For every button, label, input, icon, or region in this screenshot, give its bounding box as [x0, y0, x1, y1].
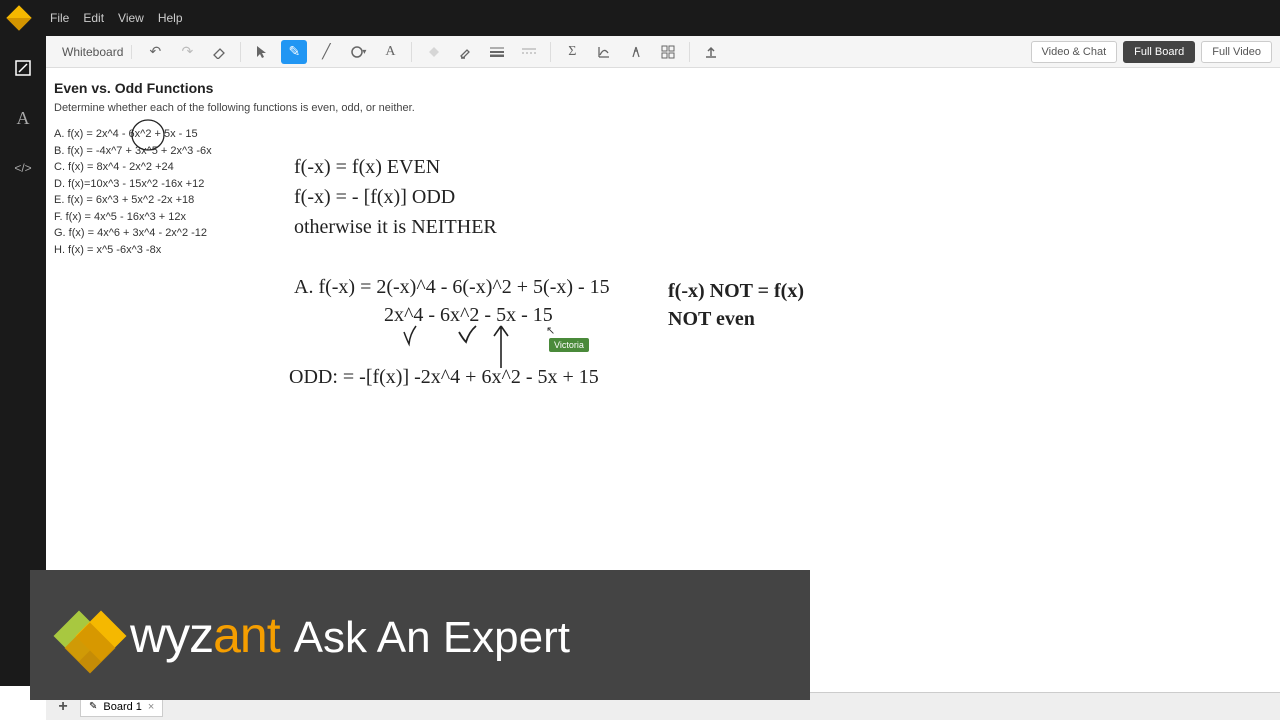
full-board-button[interactable]: Full Board: [1123, 41, 1195, 63]
eraser-icon[interactable]: [206, 40, 232, 64]
page-title: Even vs. Odd Functions: [54, 80, 1272, 96]
brand-overlay: wyzant Ask An Expert: [30, 570, 810, 700]
grid-icon[interactable]: [655, 40, 681, 64]
text-tool-icon[interactable]: A: [377, 40, 403, 64]
wyzant-logo-icon: [55, 600, 125, 670]
line-weight-icon[interactable]: [484, 40, 510, 64]
work-odd-line: ODD: = -[f(x)] -2x^4 + 6x^2 - 5x + 15: [289, 362, 599, 392]
compass-icon[interactable]: [623, 40, 649, 64]
page-subtitle: Determine whether each of the following …: [54, 102, 1272, 114]
problem-b: B. f(x) = -4x^7 + 3x^5 + 2x^3 -6x: [54, 143, 1272, 160]
toolbar: Whiteboard ↶ ↷ ✎ ╱ ▾ A Σ Video & Chat Fu…: [46, 36, 1280, 68]
menu-view[interactable]: View: [118, 11, 144, 25]
brand-name: wyzant: [130, 606, 280, 664]
user-tag: Victoria: [549, 338, 589, 352]
problem-e: E. f(x) = 6x^3 + 5x^2 -2x +18: [54, 192, 1272, 209]
menu-file[interactable]: File: [50, 11, 69, 25]
problem-f: F. f(x) = 4x^5 - 16x^3 + 12x: [54, 209, 1272, 226]
rule-even: f(-x) = f(x) EVEN: [294, 152, 497, 182]
problem-d: D. f(x)=10x^3 - 15x^2 -16x +12: [54, 176, 1272, 193]
text-mode-icon[interactable]: A: [9, 104, 37, 132]
line-style-icon[interactable]: [516, 40, 542, 64]
close-tab-icon[interactable]: ×: [148, 701, 154, 713]
undo-icon[interactable]: ↶: [142, 40, 168, 64]
code-mode-icon[interactable]: </>: [9, 154, 37, 182]
cursor-icon: ↖: [546, 324, 555, 337]
separator: [411, 42, 412, 62]
graph-icon[interactable]: [591, 40, 617, 64]
problem-h: H. f(x) = x^5 -6x^3 -8x: [54, 242, 1272, 259]
note-line2: NOT even: [668, 304, 755, 334]
pointer-icon[interactable]: [249, 40, 275, 64]
sigma-icon[interactable]: Σ: [559, 40, 585, 64]
menu-edit[interactable]: Edit: [83, 11, 104, 25]
line-icon[interactable]: ╱: [313, 40, 339, 64]
separator: [550, 42, 551, 62]
fill-icon[interactable]: [420, 40, 446, 64]
video-chat-button[interactable]: Video & Chat: [1031, 41, 1118, 63]
separator: [689, 42, 690, 62]
toolbar-title: Whiteboard: [54, 45, 132, 59]
full-video-button[interactable]: Full Video: [1201, 41, 1272, 63]
note-line1: f(-x) NOT = f(x): [668, 276, 804, 306]
tab-label: Board 1: [103, 701, 142, 713]
whiteboard-mode-icon[interactable]: [9, 54, 37, 82]
menubar: File Edit View Help: [0, 0, 1280, 36]
app-logo-icon: [6, 5, 31, 30]
upload-icon[interactable]: [698, 40, 724, 64]
check-1-annotation: [400, 324, 422, 350]
problem-c: C. f(x) = 8x^4 - 2x^2 +24: [54, 159, 1272, 176]
problem-a: A. f(x) = 2x^4 - 6x^2 + 5x - 15: [54, 126, 1272, 143]
rule-neither: otherwise it is NEITHER: [294, 212, 497, 242]
brand-tagline: Ask An Expert: [294, 613, 570, 663]
menu-help[interactable]: Help: [158, 11, 183, 25]
problem-g: G. f(x) = 4x^6 + 3x^4 - 2x^2 -12: [54, 225, 1272, 242]
rules-block: f(-x) = f(x) EVEN f(-x) = - [f(x)] ODD o…: [294, 152, 497, 242]
highlight-icon[interactable]: [452, 40, 478, 64]
redo-icon[interactable]: ↷: [174, 40, 200, 64]
separator: [240, 42, 241, 62]
problem-list: A. f(x) = 2x^4 - 6x^2 + 5x - 15 B. f(x) …: [54, 126, 1272, 258]
circle-annotation: [128, 116, 168, 154]
shape-icon[interactable]: ▾: [345, 40, 371, 64]
work-a-line1: A. f(-x) = 2(-x)^4 - 6(-x)^2 + 5(-x) - 1…: [294, 272, 610, 302]
check-2-annotation: [456, 324, 480, 348]
pencil-icon: ✎: [89, 701, 97, 712]
rule-odd: f(-x) = - [f(x)] ODD: [294, 182, 497, 212]
pencil-icon[interactable]: ✎: [281, 40, 307, 64]
